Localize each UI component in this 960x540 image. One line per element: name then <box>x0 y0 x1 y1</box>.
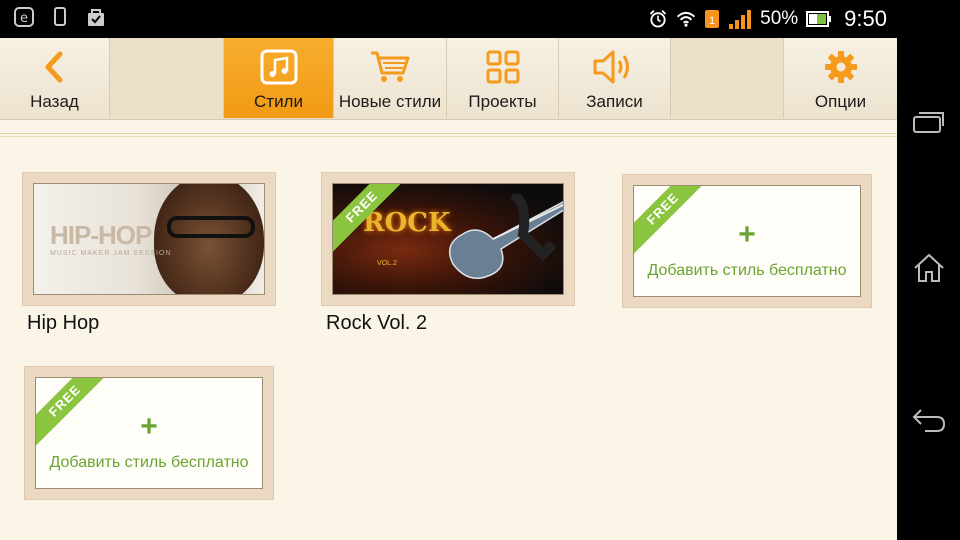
home-button[interactable] <box>897 238 960 302</box>
alarm-icon <box>648 9 668 29</box>
style-thumbnail: ROCK VOL.2 FREE <box>332 183 564 295</box>
battery-icon <box>806 9 832 29</box>
hip-hop-artwork: HIP-HOP MUSIC MAKER JAM SESSION <box>34 184 264 294</box>
recent-apps-button[interactable] <box>897 92 960 156</box>
plus-icon: + <box>738 218 756 251</box>
add-style-card[interactable]: FREE + Добавить стиль бесплатно <box>622 174 872 308</box>
style-title: Hip Hop <box>27 312 100 334</box>
rock-artwork: ROCK VOL.2 FREE <box>333 184 563 294</box>
plus-icon: + <box>140 410 158 443</box>
add-style-card[interactable]: FREE + Добавить стиль бесплатно <box>24 366 274 500</box>
toolbar-spacer <box>110 38 224 118</box>
recent-apps-icon <box>912 110 946 138</box>
back-button[interactable]: Назад <box>0 38 110 118</box>
home-icon <box>913 253 945 287</box>
gear-icon <box>823 48 859 86</box>
tab-recordings[interactable]: Записи <box>559 38 671 118</box>
grid-icon <box>486 48 520 86</box>
clock: 9:50 <box>844 6 887 31</box>
back-nav-button[interactable] <box>897 390 960 454</box>
wifi-icon <box>676 9 696 29</box>
e-browser-icon: e <box>14 7 34 27</box>
options-button[interactable]: Опции <box>784 38 897 118</box>
battery-percent: 50% <box>760 8 799 29</box>
svg-text:1: 1 <box>709 15 715 27</box>
artist-face-image <box>154 184 264 294</box>
toolbar: Назад Стили Новые стили Проекты Записи О… <box>0 38 897 120</box>
hip-hop-logo-subtitle: MUSIC MAKER JAM SESSION <box>50 250 172 257</box>
add-style-panel: FREE + Добавить стиль бесплатно <box>633 185 861 297</box>
tab-projects[interactable]: Проекты <box>447 38 559 118</box>
back-icon <box>911 406 947 438</box>
signal-icon <box>728 9 752 29</box>
tab-styles-label: Стили <box>254 92 303 111</box>
status-bar: e 1 50% 9:50 <box>0 0 897 38</box>
navigation-bar <box>897 0 960 540</box>
tab-new-styles[interactable]: Новые стили <box>334 38 447 118</box>
add-style-panel: FREE + Добавить стиль бесплатно <box>35 377 263 489</box>
add-style-text: Добавить стиль бесплатно <box>647 262 847 279</box>
tab-new-styles-label: Новые стили <box>338 92 442 111</box>
divider <box>0 133 897 137</box>
options-label: Опции <box>814 92 867 111</box>
guitar-image <box>448 194 563 279</box>
rock-volume-label: VOL.2 <box>377 260 397 267</box>
speaker-icon <box>592 48 638 86</box>
back-label: Назад <box>30 92 79 111</box>
add-style-text: Добавить стиль бесплатно <box>49 454 249 471</box>
back-arrow-icon <box>40 48 70 86</box>
hip-hop-logo: HIP-HOP <box>50 220 152 250</box>
phone-icon <box>50 7 70 27</box>
tab-styles[interactable]: Стили <box>224 38 334 118</box>
music-note-icon <box>260 48 298 86</box>
glasses-image <box>167 216 255 238</box>
toolbar-spacer <box>671 38 784 118</box>
bag-icon <box>86 7 106 27</box>
style-title: Rock Vol. 2 <box>326 312 428 334</box>
tab-projects-label: Проекты <box>468 92 537 111</box>
sim-icon: 1 <box>704 9 720 29</box>
cart-icon <box>369 48 411 86</box>
style-card-rock[interactable]: ROCK VOL.2 FREE <box>321 172 575 306</box>
app-window: Назад Стили Новые стили Проекты Записи О… <box>0 38 897 540</box>
style-thumbnail: HIP-HOP MUSIC MAKER JAM SESSION <box>33 183 265 295</box>
style-card-hip-hop[interactable]: HIP-HOP MUSIC MAKER JAM SESSION <box>22 172 276 306</box>
svg-text:e: e <box>20 11 28 26</box>
tab-recordings-label: Записи <box>586 92 643 111</box>
